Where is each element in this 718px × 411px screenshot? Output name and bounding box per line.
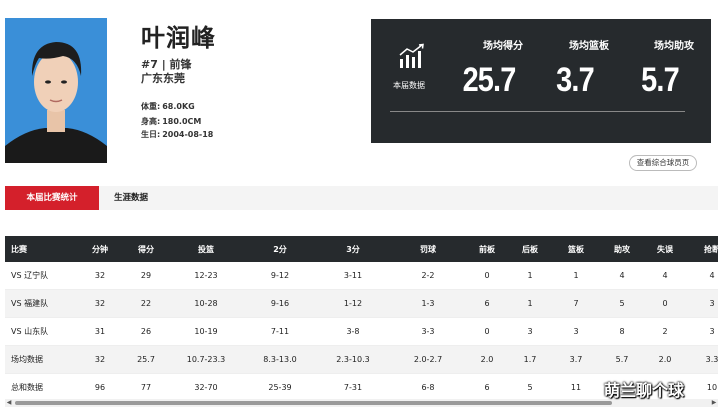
scroll-right-icon[interactable]: ▶ [710,399,718,407]
table-cell-stl: 3 [709,327,715,336]
player-hometown: 广东东莞 [141,72,185,85]
player-height: 身高: 180.0CM [141,116,201,127]
table-cell-fg: 12-23 [194,271,218,280]
stat-value-assists: 5.7 [641,61,679,99]
table-cell-points: 77 [140,383,152,392]
view-full-profile-button[interactable]: 查看综合球员页 [629,155,697,171]
attr-key: 身高: [141,117,161,126]
table-row: VS 山东队 31 26 10-19 7-11 3-8 3-3 0 3 3 8 2 3 [5,318,718,346]
table-cell-3pt: 7-31 [343,383,363,392]
table-cell-stl: 3 [709,299,715,308]
table-row: VS 福建队 32 22 10-28 9-16 1-12 1-3 6 1 7 5 0 3 [5,290,718,318]
table-cell-ft: 2.0-2.7 [413,355,443,364]
watermark: 萌兰聊个球 [604,381,685,400]
table-cell-ft: 3-3 [421,327,435,336]
table-cell-3pt: 3-8 [346,327,360,336]
attr-value: 68.0KG [162,102,195,111]
tab-season-stats[interactable]: 本届比赛统计 [5,186,99,210]
scrollbar-thumb[interactable] [15,401,612,405]
table-cell-fg: 10-28 [194,299,218,308]
table-cell-2pt: 7-11 [270,327,290,336]
stat-header-assists: 场均助攻 [654,41,694,52]
scroll-left-icon[interactable]: ◀ [5,399,13,407]
table-cell-points: 26 [140,327,152,336]
tab-career-stats[interactable]: 生涯数据 [99,186,163,210]
table-cell-points: 22 [140,299,152,308]
table-cell-points: 25.7 [137,355,155,364]
column-header-points: 得分 [138,244,154,254]
tab-bar: 本届比赛统计 生涯数据 [5,186,718,210]
table-cell-ft: 1-3 [421,299,435,308]
table-cell-stl: 4 [709,271,715,280]
stat-header-rebounds: 场均篮板 [569,41,609,52]
bar-chart-icon [398,43,426,69]
column-header-fg: 投篮 [198,244,214,254]
column-header-ft: 罚球 [420,244,436,254]
table-cell-fg: 10.7-23.3 [186,355,226,364]
player-name: 叶润峰 [141,24,216,52]
table-cell-2pt: 25-39 [268,383,292,392]
column-header-stl: 抢断 [704,244,718,254]
table-cell-ft: 6-8 [421,383,435,392]
stats-divider [390,111,685,112]
table-cell-stl: 10 [706,383,718,392]
player-weight: 体重: 68.0KG [141,101,195,112]
table-cell-fg: 32-70 [194,383,218,392]
table-cell-2pt: 9-16 [270,299,290,308]
column-header-2pt: 2分 [273,244,287,254]
season-stats-label: 本届数据 [393,81,425,90]
column-header-3pt: 3分 [346,244,360,254]
attr-key: 体重: [141,102,161,111]
table-cell-ft: 2-2 [421,271,435,280]
table-cell-2pt: 8.3-13.0 [263,355,297,364]
table-row: VS 辽宁队 32 29 12-23 9-12 3-11 2-2 0 1 1 4 4 4 [5,262,718,290]
table-cell-3pt: 3-11 [343,271,363,280]
stat-value-points: 25.7 [462,61,517,99]
table-cell-points: 29 [140,271,152,280]
stat-header-points: 场均得分 [483,41,523,52]
table-row: 场均数据 32 25.7 10.7-23.3 8.3-13.0 2.3-10.3 2.0-2… [5,346,718,374]
attr-key: 生日: [141,130,161,139]
table-cell-3pt: 2.3-10.3 [336,355,370,364]
player-birthday: 生日: 2004-08-18 [141,129,213,140]
table-cell-3pt: 1-12 [343,299,363,308]
attr-value: 180.0CM [162,117,202,126]
table-cell-stl: 3.3 [705,355,718,364]
table-cell-fg: 10-19 [194,327,218,336]
table-header: 比赛 分钟 得分 投篮 2分 3分 罚球 前板 后板 篮板 助攻 失误 抢断 [5,236,718,262]
stat-value-rebounds: 3.7 [556,61,594,99]
season-stats-panel: 本届数据 场均得分 场均篮板 场均助攻 25.7 3.7 5.7 [371,19,711,143]
player-photo [5,18,107,163]
table-cell-2pt: 9-12 [270,271,290,280]
attr-value: 2004-08-18 [162,130,214,139]
